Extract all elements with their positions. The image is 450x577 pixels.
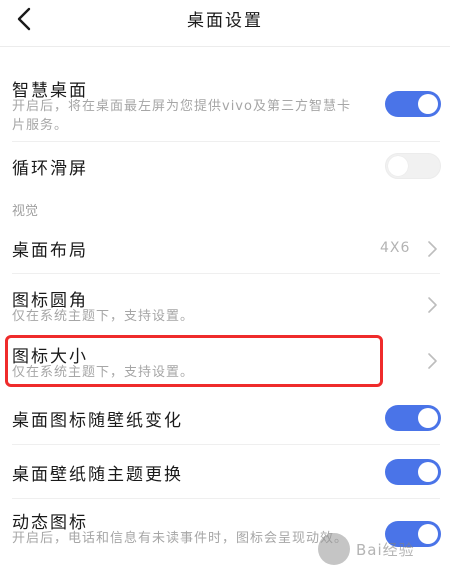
setting-description: 仅在系统主题下，支持设置。 xyxy=(12,309,195,324)
wallpaper-follow-theme-toggle[interactable] xyxy=(385,459,441,485)
divider xyxy=(12,498,440,499)
section-header-visual: 视觉 xyxy=(12,204,39,219)
paw-icon xyxy=(318,533,350,565)
toggle-knob xyxy=(418,408,438,428)
toggle-knob xyxy=(388,156,408,176)
setting-icon-corner[interactable]: 图标圆角 仅在系统主题下，支持设置。 xyxy=(0,276,450,334)
setting-loop-scroll[interactable]: 循环滑屏 xyxy=(0,142,450,192)
watermark-text: Bai经验 xyxy=(356,541,415,559)
loop-scroll-toggle[interactable] xyxy=(385,153,441,179)
layout-value: 4X6 xyxy=(380,240,411,256)
watermark: Bai经验 xyxy=(318,533,444,567)
setting-description: 开启后，将在桌面最左屏为您提供vivo及第三方智慧卡片服务。 xyxy=(12,99,351,133)
chevron-right-icon xyxy=(426,352,438,370)
setting-title: 循环滑屏 xyxy=(12,159,88,179)
toggle-knob xyxy=(418,94,438,114)
setting-desktop-layout[interactable]: 桌面布局 4X6 xyxy=(0,224,450,272)
setting-smart-desktop[interactable]: 智慧桌面 开启后，将在桌面最左屏为您提供vivo及第三方智慧卡片服务。 xyxy=(0,70,450,140)
setting-title: 桌面壁纸随主题更换 xyxy=(12,465,183,485)
chevron-right-icon xyxy=(426,296,438,314)
chevron-right-icon xyxy=(426,240,438,258)
setting-description: 开启后，电话和信息有未读事件时，图标会呈现动效。 xyxy=(12,531,349,546)
divider xyxy=(12,273,440,274)
page-title: 桌面设置 xyxy=(187,11,263,31)
setting-title: 桌面图标随壁纸变化 xyxy=(12,411,183,431)
annotation-highlight-box xyxy=(5,335,383,387)
header-bar: 桌面设置 xyxy=(0,0,450,38)
header-divider xyxy=(0,46,450,47)
setting-icon-follow-wallpaper[interactable]: 桌面图标随壁纸变化 xyxy=(0,394,450,442)
setting-title: 桌面布局 xyxy=(12,241,88,261)
setting-wallpaper-follow-theme[interactable]: 桌面壁纸随主题更换 xyxy=(0,448,450,496)
divider xyxy=(12,444,440,445)
icon-follow-wallpaper-toggle[interactable] xyxy=(385,405,441,431)
smart-desktop-toggle[interactable] xyxy=(385,91,441,117)
toggle-knob xyxy=(418,462,438,482)
